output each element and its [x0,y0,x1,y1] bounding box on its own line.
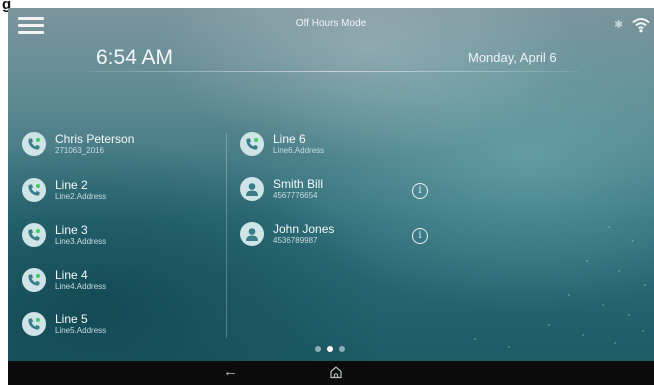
line-button-line-4[interactable]: Line 4 Line4.Address [22,268,106,292]
phone-line-icon [22,132,46,156]
back-arrow-icon[interactable]: ← [223,363,238,380]
phone-screen: Off Hours Mode ✱ 6:54 AM Monday, April 6… [8,8,654,361]
line-name: Chris Peterson [55,132,135,146]
info-icon[interactable]: i [412,228,428,244]
home-icon[interactable] [329,365,343,379]
contact-avatar-icon [240,177,264,201]
bluetooth-icon: ✱ [614,19,624,31]
phone-line-icon [22,178,46,202]
contact-name: John Jones [273,222,335,236]
page-dot-active[interactable] [327,346,333,352]
line-address: Line2.Address [55,191,107,201]
background-speck [548,324,550,326]
clock-time: 6:54 AM [96,46,174,69]
line-address: Line3.Address [55,236,107,246]
line-address: Line4.Address [55,281,107,291]
page-dot[interactable] [339,346,345,352]
background-speck [614,342,616,344]
contact-button-john-jones[interactable]: John Jones 4536789987 [240,222,334,246]
clock-date: Monday, April 6 [468,50,557,65]
background-speck [632,240,634,242]
column-divider [226,133,227,338]
phone-line-icon [240,132,264,156]
line-button-chris-peterson[interactable]: Chris Peterson 271063_2016 [22,132,134,156]
line-button-line-2[interactable]: Line 2 Line2.Address [22,178,106,202]
line-name: Line 5 [55,312,88,326]
phone-line-icon [22,312,46,336]
contact-number: 4567776654 [273,190,318,200]
system-nav-bar: ← [8,361,654,385]
line-address: Line5.Address [55,325,107,335]
wifi-icon [632,18,650,33]
background-speck [586,260,588,262]
info-icon[interactable]: i [412,183,428,199]
line-button-line-3[interactable]: Line 3 Line3.Address [22,223,106,247]
line-name: Line 3 [55,223,88,237]
background-speck [618,270,620,272]
background-speck [582,334,584,336]
line-name: Line 6 [273,132,306,146]
page-indicator[interactable] [315,346,345,352]
line-address: Line6.Address [273,145,325,155]
header-divider [88,71,578,72]
background-speck [474,338,476,340]
contact-button-smith-bill[interactable]: Smith Bill 4567776654 [240,177,323,201]
line-name: Line 4 [55,268,88,282]
background-speck [508,346,510,348]
contact-number: 4536789987 [273,235,318,245]
background-speck [602,304,604,306]
background-speck [608,226,610,228]
background-speck [568,294,570,296]
background-speck [642,330,644,332]
line-name: Line 2 [55,178,88,192]
page-dot[interactable] [315,346,321,352]
background-speck [628,314,630,316]
phone-line-icon [22,223,46,247]
contact-name: Smith Bill [273,177,324,191]
contact-avatar-icon [240,222,264,246]
mode-title: Off Hours Mode [295,18,367,29]
phone-line-icon [22,268,46,292]
line-button-line-6[interactable]: Line 6 Line6.Address [240,132,324,156]
background-speck [644,284,646,286]
line-button-line-5[interactable]: Line 5 Line5.Address [22,312,106,336]
line-address: 271063_2016 [55,145,104,155]
